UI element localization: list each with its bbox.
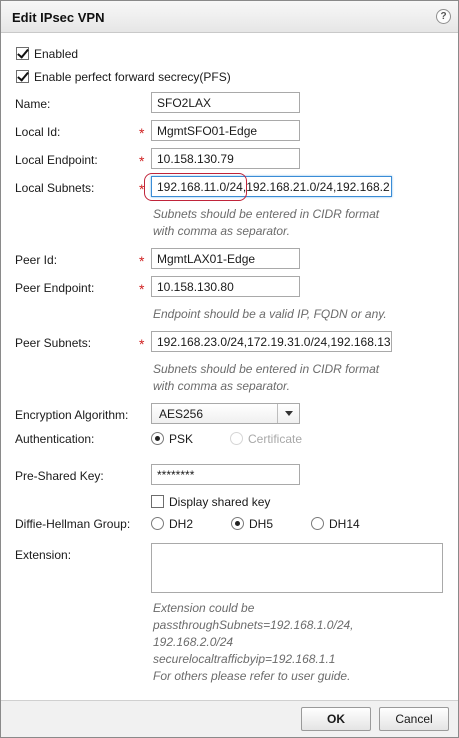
dialog-footer: OK Cancel [1,700,458,737]
extension-hint-2: passthroughSubnets=192.168.1.0/24, [153,618,354,632]
peer-id-label: Peer Id: [15,253,58,267]
psk-label: Pre-Shared Key: [15,469,104,483]
auth-psk-radio[interactable] [151,432,164,445]
encryption-value: AES256 [159,407,204,421]
required-marker: * [139,125,145,141]
enabled-label: Enabled [34,47,79,61]
pfs-label: Enable perfect forward secrecy(PFS) [34,70,231,84]
dialog-titlebar: Edit IPsec VPN ? [1,1,458,33]
dh5-label: DH5 [249,517,274,531]
display-shared-key-checkbox[interactable] [151,495,164,508]
peer-endpoint-hint: Endpoint should be a valid IP, FQDN or a… [153,307,387,321]
local-subnets-hint-1: Subnets should be entered in CIDR format [153,207,380,221]
local-endpoint-label: Local Endpoint: [15,153,98,167]
dh2-radio[interactable] [151,517,164,530]
help-icon[interactable]: ? [436,9,451,24]
encryption-label: Encryption Algorithm: [15,408,129,422]
auth-certificate-radio [230,432,243,445]
extension-label: Extension: [15,548,72,562]
peer-endpoint-input[interactable]: 10.158.130.80 [151,276,300,297]
edit-ipsec-vpn-dialog: Edit IPsec VPN ? Enabled Enable perfect … [0,0,459,738]
extension-hint-5: For others please refer to user guide. [153,669,351,683]
required-marker: * [139,281,145,297]
local-subnets-label: Local Subnets: [15,181,95,195]
name-input[interactable]: SFO2LAX [151,92,300,113]
cancel-button[interactable]: Cancel [379,707,449,731]
peer-id-input[interactable]: MgmtLAX01-Edge [151,248,300,269]
pfs-checkbox[interactable] [16,70,29,83]
peer-subnets-label: Peer Subnets: [15,336,92,350]
extension-hint-1: Extension could be [153,601,255,615]
dh5-radio[interactable] [231,517,244,530]
peer-subnets-input[interactable]: 192.168.23.0/24,172.19.31.0/24,192.168.1… [151,331,392,352]
encryption-select[interactable]: AES256 [151,403,300,424]
dh14-label: DH14 [329,517,360,531]
dh-group-label: Diffie-Hellman Group: [15,517,131,531]
required-marker: * [139,253,145,269]
peer-subnets-hint-1: Subnets should be entered in CIDR format [153,362,380,376]
psk-input[interactable]: ******** [151,464,300,485]
peer-subnets-hint-2: with comma as separator. [153,379,290,393]
extension-hint-3: 192.168.2.0/24 [153,635,234,649]
local-endpoint-input[interactable]: 10.158.130.79 [151,148,300,169]
dh2-label: DH2 [169,517,194,531]
display-shared-key-label: Display shared key [169,495,271,509]
ok-button[interactable]: OK [301,707,371,731]
extension-textarea[interactable] [151,543,443,593]
chevron-down-icon[interactable] [277,404,299,423]
required-marker: * [139,153,145,169]
dialog-title: Edit IPsec VPN [12,10,105,25]
dh14-radio[interactable] [311,517,324,530]
local-subnets-hint-2: with comma as separator. [153,224,290,238]
auth-psk-label: PSK [169,432,194,446]
enabled-checkbox[interactable] [16,47,29,60]
auth-certificate-label: Certificate [248,432,303,446]
name-label: Name: [15,97,51,111]
local-id-input[interactable]: MgmtSFO01-Edge [151,120,300,141]
required-marker: * [139,181,145,197]
required-marker: * [139,336,145,352]
local-id-label: Local Id: [15,125,61,139]
extension-hint-4: securelocaltrafficbyip=192.168.1.1 [153,652,336,666]
authentication-label: Authentication: [15,432,95,446]
local-subnets-input[interactable]: 192.168.11.0/24,192.168.21.0/24,192.168.… [151,176,392,197]
peer-endpoint-label: Peer Endpoint: [15,281,95,295]
